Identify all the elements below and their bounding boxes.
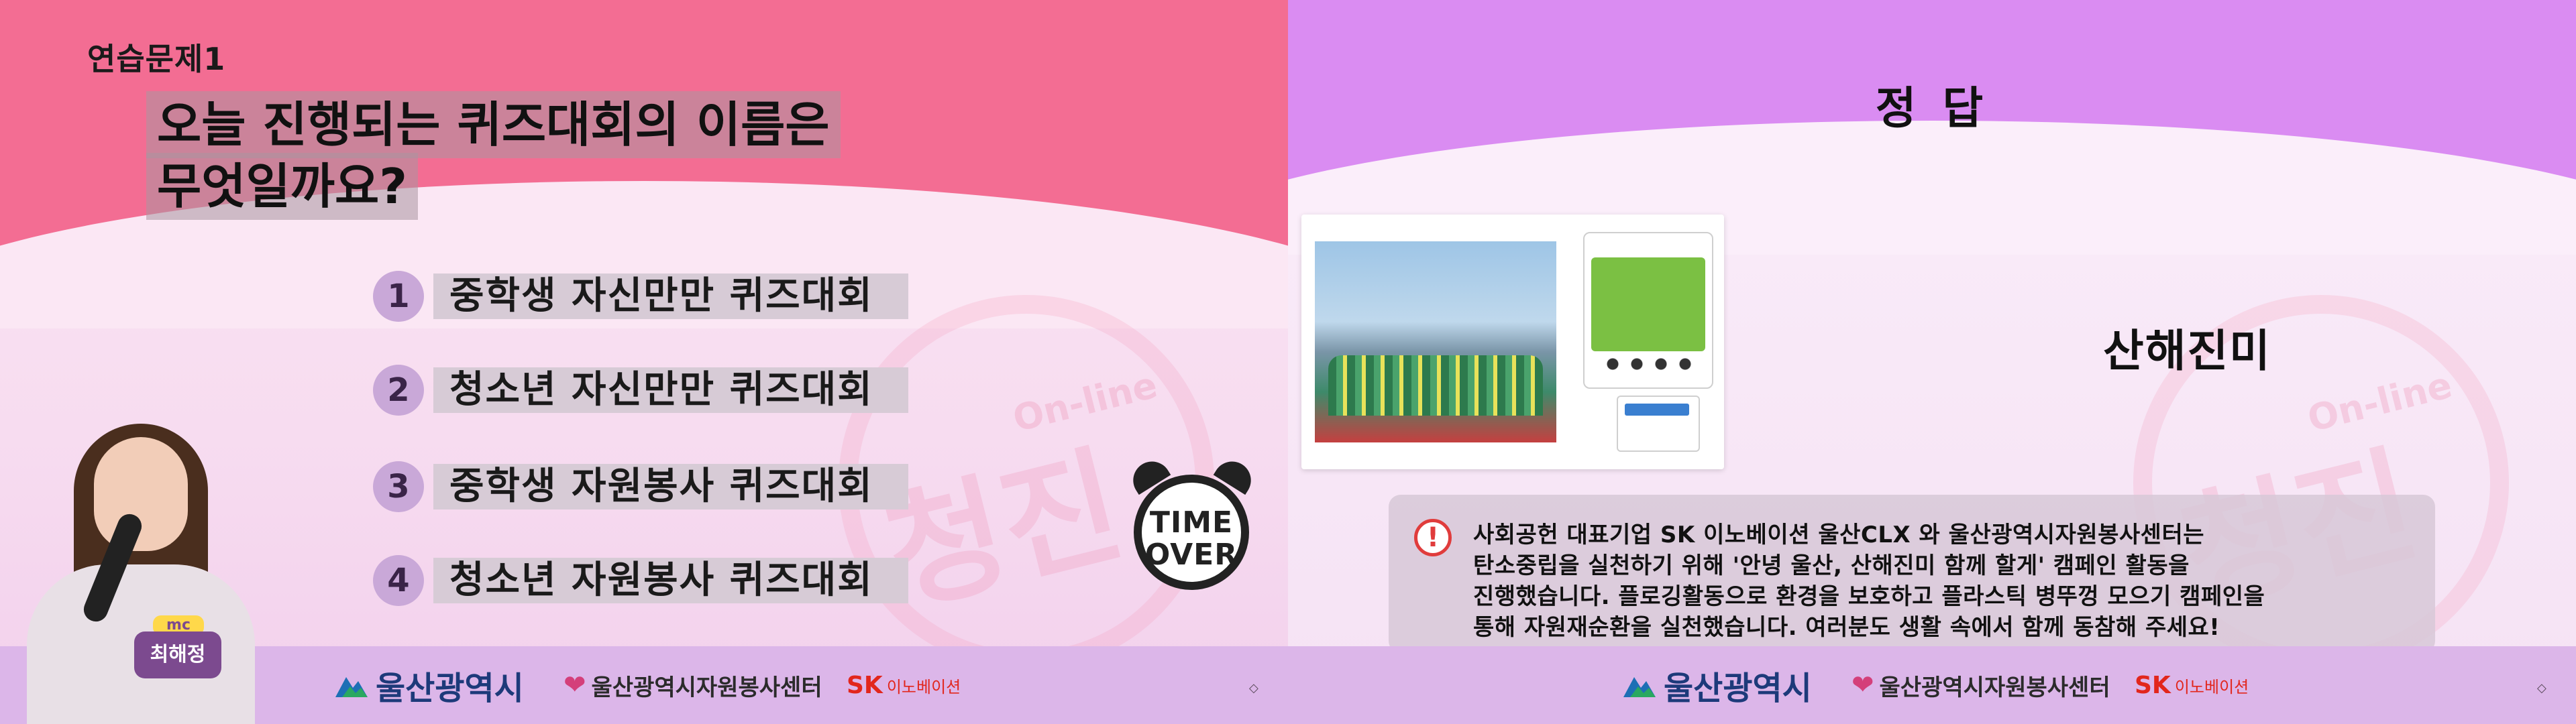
volunteer-center-logo: ❤ 울산광역시자원봉사센터 bbox=[564, 664, 822, 707]
question-line-2: 무엇일까요? bbox=[146, 153, 418, 220]
heart-icon: ❤ bbox=[1851, 670, 1874, 701]
option-text: 청소년 자원봉사 퀴즈대회 bbox=[433, 558, 908, 603]
answer-option-2[interactable]: 2 청소년 자신만만 퀴즈대회 bbox=[373, 365, 908, 416]
explanation-box: ! 사회공헌 대표기업 SK 이노베이션 울산CLX 와 울산광역시자원봉사센터… bbox=[1389, 495, 2435, 653]
practice-label: 연습문제1 bbox=[87, 41, 226, 77]
ulsan-city-logo: 울산광역시 bbox=[1623, 664, 1812, 707]
photo-crowd bbox=[1328, 355, 1543, 416]
presenter-name-badge: 최해정 bbox=[134, 631, 221, 678]
exclamation-icon: ! bbox=[1414, 519, 1452, 556]
page-mark: ◇ bbox=[2537, 681, 2546, 695]
answer-option-3[interactable]: 3 중학생 자원봉사 퀴즈대회 bbox=[373, 461, 908, 512]
poster-caps bbox=[1601, 354, 1695, 374]
timer-text-time: TIME bbox=[1149, 505, 1234, 540]
poster-graphic bbox=[1591, 257, 1705, 351]
option-number: 4 bbox=[373, 555, 424, 606]
campaign-poster bbox=[1583, 232, 1713, 389]
option-text: 청소년 자신만만 퀴즈대회 bbox=[433, 367, 908, 413]
explanation-line-3: 진행했습니다. 플로깅활동으로 환경을 보호하고 플라스틱 병뚜껑 모으기 캠페… bbox=[1473, 583, 2265, 610]
volunteer-center-name: 울산광역시자원봉사센터 bbox=[1879, 674, 2110, 701]
campaign-photo bbox=[1301, 215, 1724, 469]
sk-innovation-logo: SK 이노베이션 bbox=[847, 664, 961, 707]
ulsan-city-logo: 울산광역시 bbox=[335, 664, 524, 707]
alarm-clock-icon: TIME OVER bbox=[1126, 454, 1261, 590]
answer-title: 정 답 bbox=[1875, 82, 1989, 134]
explanation-line-4: 통해 자원재순환을 실천했습니다. 여러분도 생활 속에서 함께 동참해 주세요… bbox=[1473, 614, 2220, 641]
sk-innovation-logo: SK 이노베이션 bbox=[2135, 664, 2249, 707]
question-line-1: 오늘 진행되는 퀴즈대회의 이름은 bbox=[146, 91, 841, 158]
footer-logos: 울산광역시 ❤ 울산광역시자원봉사센터 SK 이노베이션 ◇ bbox=[1288, 646, 2576, 724]
volunteer-center-name: 울산광역시자원봉사센터 bbox=[591, 674, 822, 701]
presenter-video: mc 최해정 bbox=[0, 410, 288, 724]
sk-text: SK bbox=[2135, 671, 2171, 699]
option-text: 중학생 자신만만 퀴즈대회 bbox=[433, 274, 908, 319]
sk-sub-text: 이노베이션 bbox=[886, 677, 961, 697]
heart-icon: ❤ bbox=[564, 670, 586, 701]
city-name: 울산광역시 bbox=[1664, 670, 1812, 707]
sk-text: SK bbox=[847, 671, 883, 699]
quiz-question-slide: 연습문제1 오늘 진행되는 퀴즈대회의 이름은 무엇일까요? On-line 청… bbox=[0, 0, 1288, 724]
explanation-line-1: 사회공헌 대표기업 SK 이노베이션 울산CLX 와 울산광역시자원봉사센터는 bbox=[1473, 522, 2205, 548]
correct-answer: 산해진미 bbox=[2103, 325, 2271, 377]
option-number: 2 bbox=[373, 365, 424, 416]
option-number: 1 bbox=[373, 271, 424, 322]
ulsan-mountain-icon bbox=[1623, 677, 1656, 697]
option-text: 중학생 자원봉사 퀴즈대회 bbox=[433, 464, 908, 509]
explanation-line-2: 탄소중립을 실천하기 위해 '안녕 울산, 산해진미 함께 할게' 캠페인 활동… bbox=[1473, 552, 2190, 579]
presenter-face bbox=[94, 437, 188, 551]
answer-option-1[interactable]: 1 중학생 자신만만 퀴즈대회 bbox=[373, 271, 908, 322]
city-name: 울산광역시 bbox=[376, 670, 524, 707]
poster-tag bbox=[1617, 396, 1700, 452]
sk-sub-text: 이노베이션 bbox=[2174, 677, 2249, 697]
quiz-answer-slide: 정 답 On-line 청진 산해진미 ! 사회공헌 대표기업 SK 이노베이션… bbox=[1288, 0, 2576, 724]
answer-option-4[interactable]: 4 청소년 자원봉사 퀴즈대회 bbox=[373, 555, 908, 606]
volunteer-center-logo: ❤ 울산광역시자원봉사센터 bbox=[1851, 664, 2110, 707]
page-mark: ◇ bbox=[1249, 681, 1258, 695]
timer-text-over: OVER bbox=[1144, 538, 1238, 572]
ulsan-mountain-icon bbox=[335, 677, 368, 697]
option-number: 3 bbox=[373, 461, 424, 512]
